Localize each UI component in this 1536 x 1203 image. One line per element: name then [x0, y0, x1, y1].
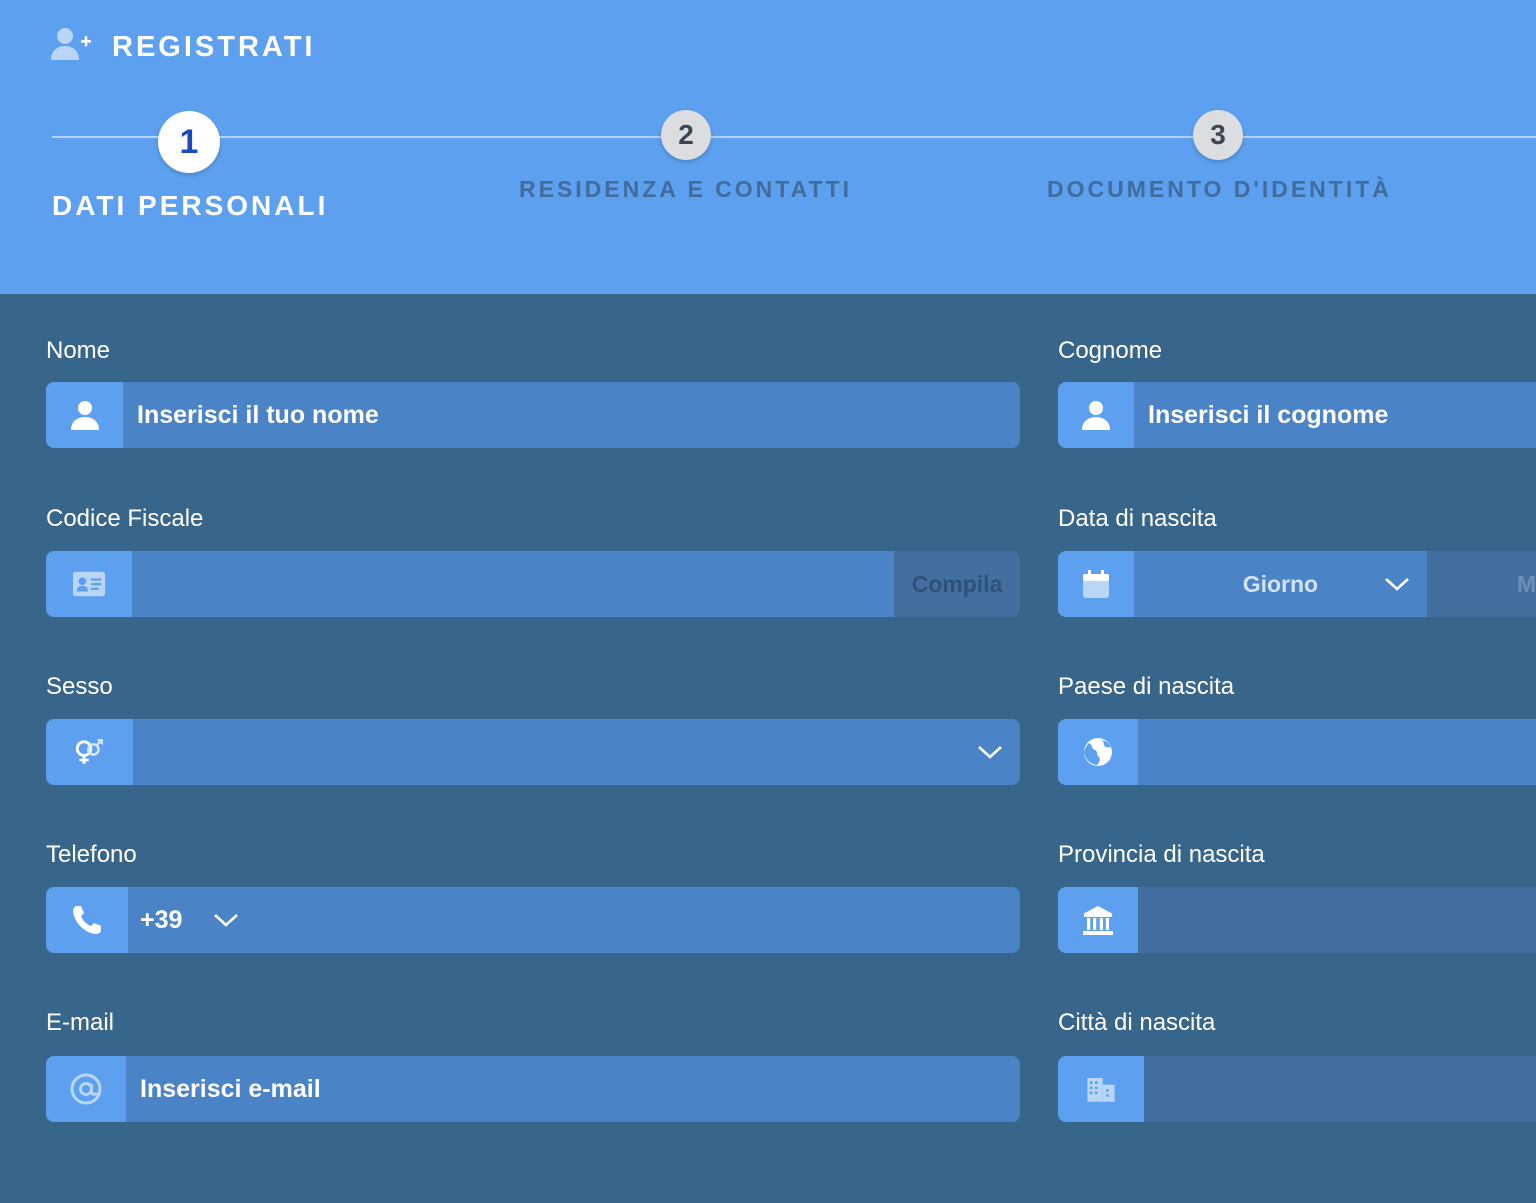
sesso-select[interactable]	[46, 719, 1020, 785]
step-3-circle[interactable]: 3	[1193, 110, 1243, 160]
title-row: REGISTRATI	[50, 26, 315, 67]
cognome-label: Cognome	[1058, 337, 1163, 364]
cognome-input[interactable]	[1134, 382, 1536, 448]
user-icon	[1058, 382, 1134, 448]
citta-nascita-field[interactable]	[1058, 1056, 1536, 1122]
email-field[interactable]	[46, 1056, 1020, 1122]
compila-button[interactable]: Compila	[894, 551, 1020, 617]
paese-nascita-label: Paese di nascita	[1058, 673, 1235, 700]
citta-nascita-label: Città di nascita	[1058, 1009, 1216, 1036]
user-icon	[46, 382, 123, 448]
country-prefix-value: +39	[140, 905, 183, 934]
citta-nascita-input[interactable]	[1144, 1056, 1536, 1122]
sesso-label: Sesso	[46, 673, 113, 700]
nome-input[interactable]	[123, 382, 1020, 448]
globe-icon	[1058, 719, 1138, 785]
stepper-line	[52, 136, 1536, 138]
step-1-circle[interactable]: 1	[158, 111, 220, 173]
chevron-down-icon[interactable]	[1383, 575, 1411, 593]
telefono-input[interactable]	[240, 887, 1020, 953]
country-prefix-select[interactable]: +39	[128, 887, 240, 953]
calendar-icon	[1058, 551, 1134, 617]
codice-fiscale-field[interactable]: Compila	[46, 551, 1020, 617]
bank-icon	[1058, 887, 1138, 953]
provincia-nascita-input[interactable]	[1138, 887, 1536, 953]
step-2-circle[interactable]: 2	[661, 110, 711, 160]
user-plus-icon	[50, 26, 92, 67]
sesso-value[interactable]	[133, 719, 960, 785]
city-icon	[1058, 1056, 1144, 1122]
email-label: E-mail	[46, 1009, 115, 1036]
telefono-field[interactable]: +39	[46, 887, 1020, 953]
nome-field[interactable]	[46, 382, 1020, 448]
codice-fiscale-input[interactable]	[132, 551, 894, 617]
data-nascita-label: Data di nascita	[1058, 505, 1217, 532]
registration-header: REGISTRATI 1 2 3 DATI PERSONALI RESIDENZ…	[0, 0, 1536, 294]
mese-select[interactable]: M	[1426, 551, 1536, 617]
chevron-down-icon[interactable]	[960, 719, 1020, 785]
step-3-label[interactable]: DOCUMENTO D'IDENTITÀ	[1047, 176, 1392, 203]
giorno-value: Giorno	[1242, 570, 1319, 597]
gender-icon	[46, 719, 133, 785]
step-2-label[interactable]: RESIDENZA E CONTATTI	[519, 176, 852, 203]
provincia-nascita-label: Provincia di nascita	[1058, 841, 1265, 868]
phone-icon	[46, 887, 128, 953]
paese-nascita-input[interactable]	[1138, 719, 1536, 785]
step-1-label[interactable]: DATI PERSONALI	[52, 190, 328, 222]
mese-value: M	[1516, 570, 1536, 597]
nome-label: Nome	[46, 337, 111, 364]
giorno-select[interactable]: Giorno	[1134, 551, 1427, 617]
data-nascita-field[interactable]: Giorno M	[1058, 551, 1536, 617]
paese-nascita-field[interactable]	[1058, 719, 1536, 785]
id-card-icon	[46, 551, 132, 617]
cognome-field[interactable]	[1058, 382, 1536, 448]
provincia-nascita-field[interactable]	[1058, 887, 1536, 953]
email-input[interactable]	[126, 1056, 1020, 1122]
at-icon	[46, 1056, 126, 1122]
page-title: REGISTRATI	[112, 30, 316, 63]
codice-fiscale-label: Codice Fiscale	[46, 505, 204, 532]
telefono-label: Telefono	[46, 841, 137, 868]
chevron-down-icon[interactable]	[212, 911, 240, 929]
